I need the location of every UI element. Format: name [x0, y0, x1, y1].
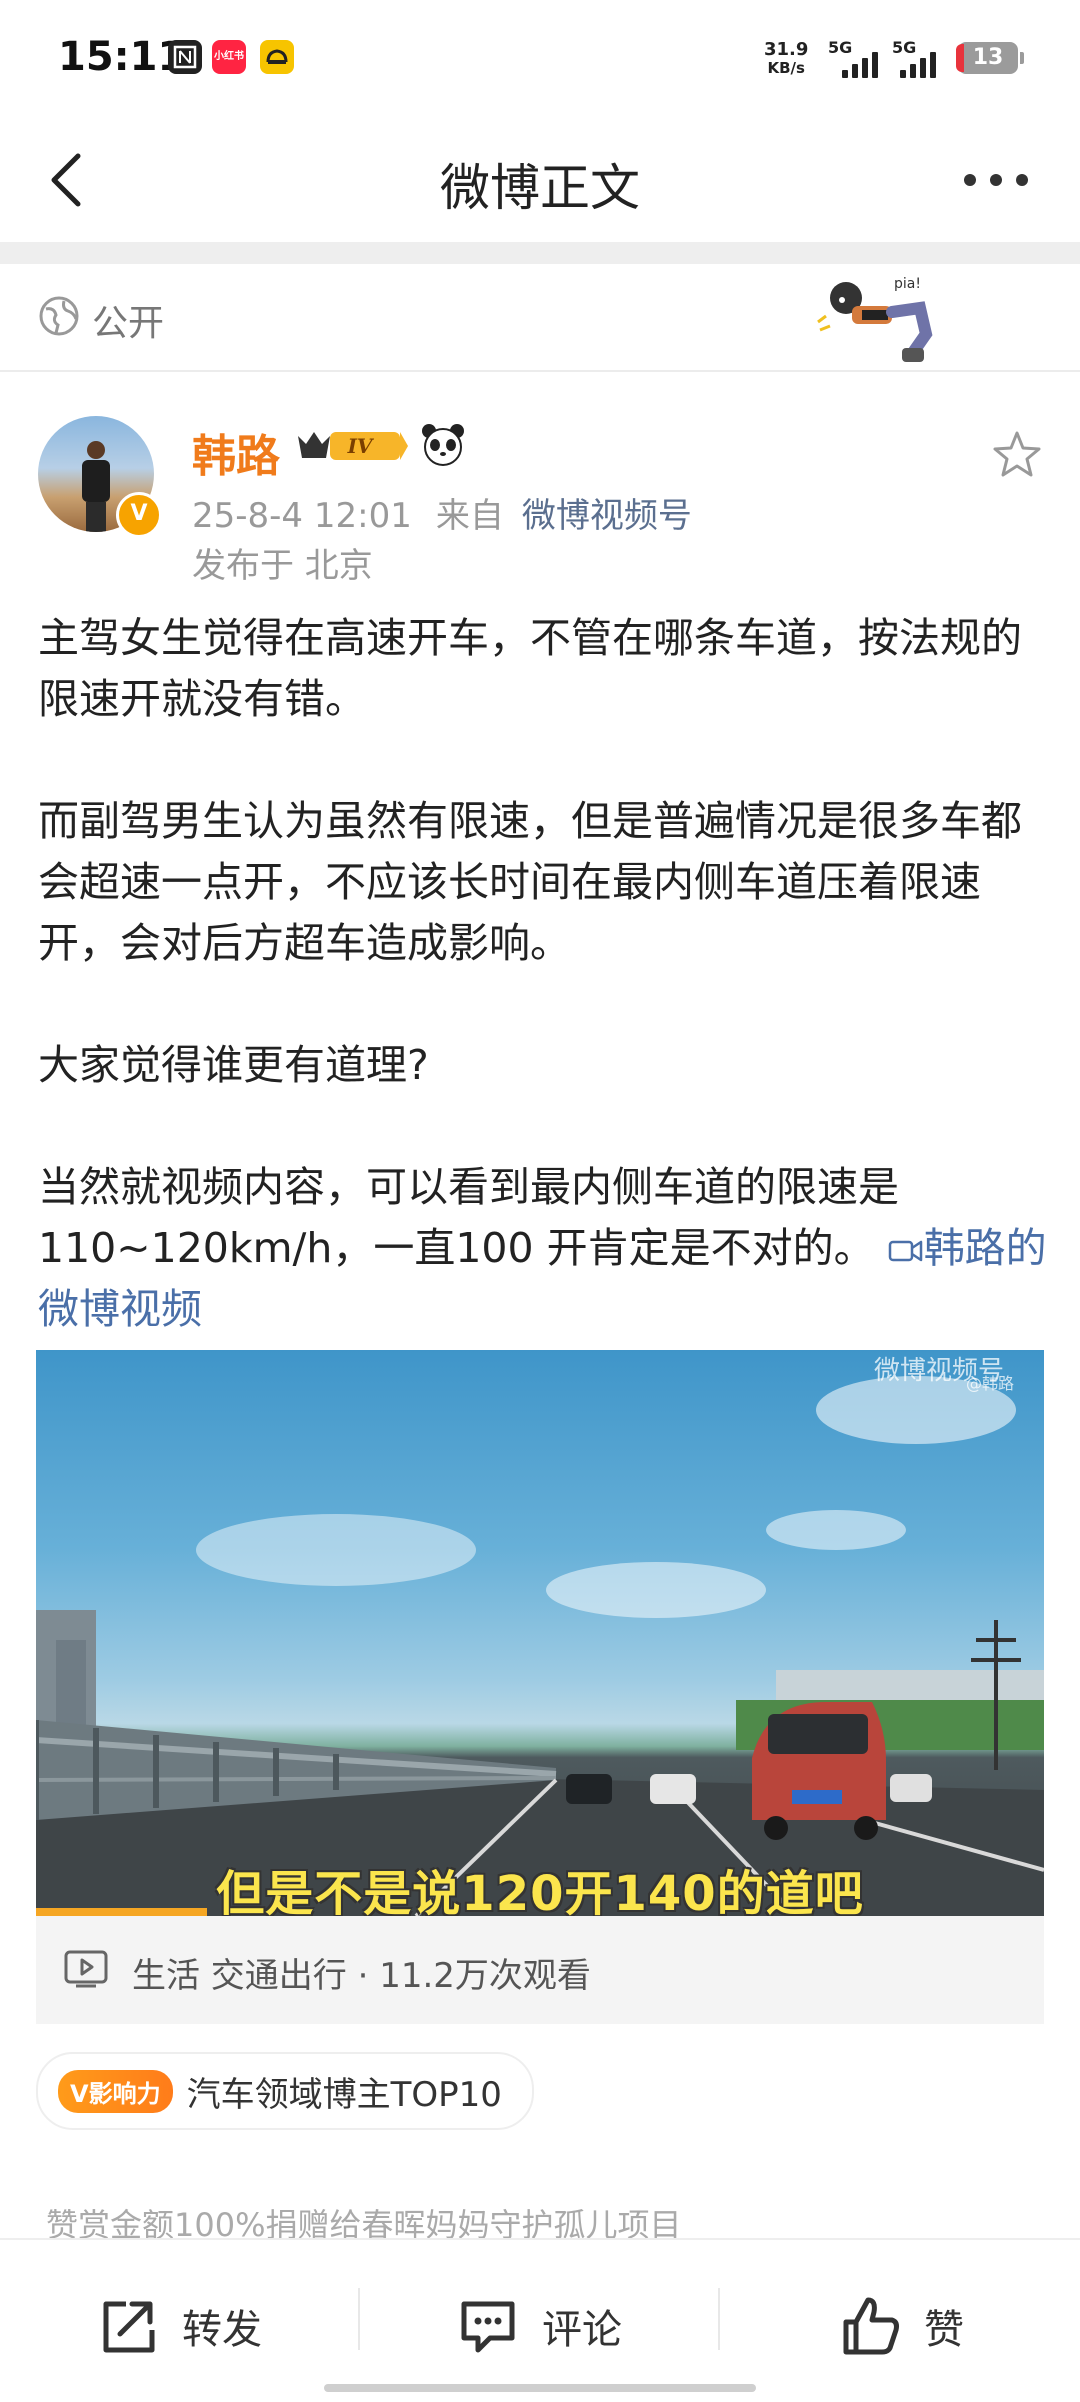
xiaohongshu-icon: 小红书 [212, 40, 246, 74]
like-button[interactable]: 赞 [838, 2296, 964, 2356]
net-speed-value: 31.9 [764, 39, 809, 60]
post-paragraph-3: 大家觉得谁更有道理? [38, 1041, 429, 1089]
toolbar-divider [718, 2288, 720, 2350]
globe-icon [39, 296, 79, 336]
thumbs-up-icon [843, 2297, 899, 2355]
visibility-label: 公开 [92, 303, 165, 344]
video-watermark-handle: @韩路 [965, 1374, 1014, 1393]
signal-1-icon: 5G [828, 38, 892, 82]
video-subtitle: 但是不是说120开140的道吧 [216, 1866, 864, 1916]
video-player[interactable]: 微博视频号 @韩路 但是不是说120开140的道吧 [36, 1350, 1044, 1916]
verified-badge-icon: V [116, 492, 162, 538]
favorite-star-icon[interactable] [990, 428, 1044, 482]
video-play-icon [64, 1950, 108, 1988]
video-progress-bar[interactable] [36, 1908, 208, 1916]
influence-badge: V影响力 [58, 2069, 173, 2113]
status-time: 15:11 [58, 34, 186, 80]
toolbar-divider [358, 2288, 360, 2350]
video-camera-icon [888, 1240, 922, 1262]
visibility-row: 公开 pia! [0, 264, 1080, 372]
source-link[interactable]: 微博视频号 [522, 496, 692, 536]
like-label: 赞 [924, 2307, 964, 2353]
net-speed: 31.9 KB/s [764, 40, 808, 78]
video-info-bar[interactable]: 生活 交通出行 · 11.2万次观看 [36, 1916, 1044, 2024]
sticker-text: pia! [894, 276, 921, 292]
signal-1-label: 5G [828, 38, 853, 57]
video-scene [36, 1376, 1044, 1916]
repost-label: 转发 [182, 2307, 262, 2353]
signal-2-icon: 5G [892, 38, 956, 82]
comment-icon [461, 2301, 515, 2353]
post-paragraph-2: 而副驾男生认为虽然有限速，但是普遍情况是很多车都会超速一点开，不应该长时间在最内… [38, 797, 1022, 967]
repost-button[interactable]: 转发 [96, 2296, 262, 2356]
status-bar: 15:11 小红书 31.9 KB/s 5G 5G 13 [0, 0, 1080, 120]
kick-sticker-icon: pia! [817, 276, 933, 362]
comment-label: 评论 [542, 2307, 622, 2353]
post-paragraph-4-text: 当然就视频内容，可以看到最内侧车道的限速是110~120km/h，一直100 开… [38, 1163, 899, 1272]
panda-icon [422, 424, 464, 466]
post-paragraph-4: 当然就视频内容，可以看到最内侧车道的限速是110~120km/h，一直100 开… [38, 1157, 1048, 1340]
repost-icon [103, 2301, 155, 2353]
battery-indicator: 13 [956, 42, 1024, 74]
rank-badge-label: IV [347, 434, 375, 458]
xiaohongshu-label: 小红书 [214, 51, 244, 62]
home-indicator[interactable] [324, 2384, 756, 2392]
post-date: 25-8-4 12:01 [192, 496, 412, 536]
bottom-toolbar: 转发 评论 赞 [0, 2238, 1080, 2402]
post-body: 主驾女生觉得在高速开车，不管在哪条车道，按法规的限速开就没有错。 而副驾男生认为… [38, 608, 1048, 1340]
video-info-text: 生活 交通出行 · 11.2万次观看 [132, 1956, 591, 1996]
author-name[interactable]: 韩路 [192, 420, 280, 484]
source-prefix: 来自 [435, 496, 504, 536]
influence-text: 汽车领域博主TOP10 [186, 2074, 502, 2115]
post-meta: 25-8-4 12:01 来自 微博视频号 [192, 488, 692, 537]
nav-divider [0, 242, 1080, 264]
car-app-icon [260, 40, 294, 74]
influence-tag[interactable]: V影响力 汽车领域博主TOP10 [36, 2052, 534, 2130]
post-location: 发布于 北京 [192, 546, 373, 586]
net-speed-unit: KB/s [767, 59, 805, 77]
more-dots-icon[interactable] [960, 170, 1032, 190]
page-title: 微博正文 [440, 159, 640, 217]
signal-2-label: 5G [892, 38, 917, 57]
rank-badge-icon[interactable]: IV [294, 424, 410, 466]
notion-icon [168, 40, 202, 74]
post-paragraph-1: 主驾女生觉得在高速开车，不管在哪条车道，按法规的限速开就没有错。 [38, 614, 1022, 723]
comment-button[interactable]: 评论 [456, 2296, 622, 2356]
